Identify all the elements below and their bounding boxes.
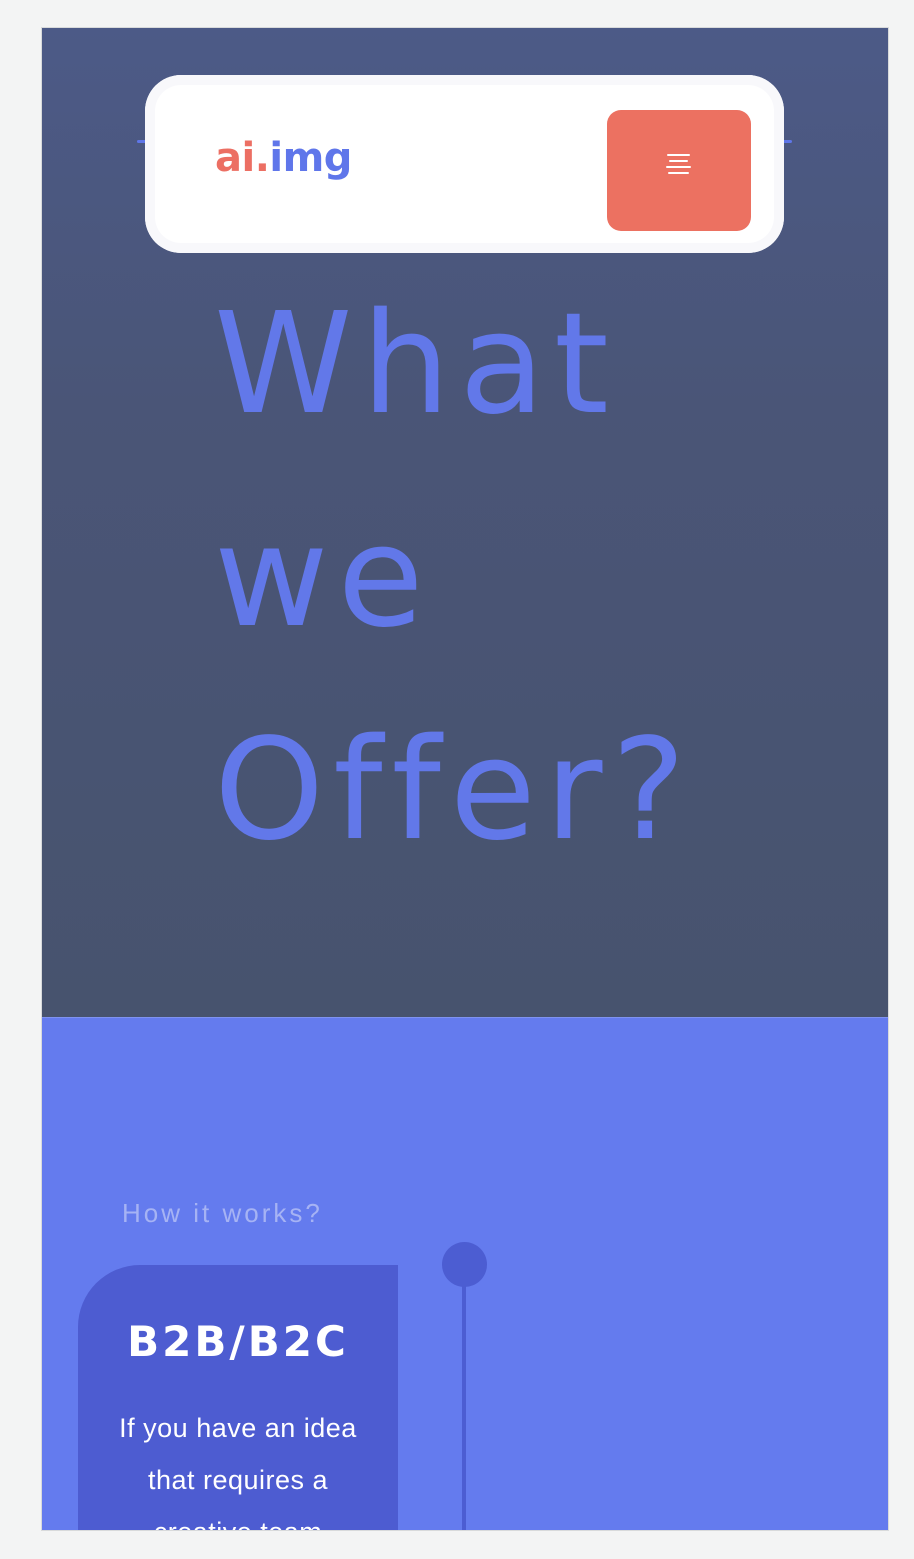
page-viewport: ai.img What we Offer? How it works? B2B/… bbox=[41, 27, 889, 1531]
logo-text-ai: ai. bbox=[215, 135, 270, 181]
service-card-b2b: B2B/B2C If you have an idea that require… bbox=[78, 1265, 398, 1530]
hero-section: ai.img What we Offer? bbox=[42, 28, 888, 1017]
logo-text-img: img bbox=[269, 135, 352, 181]
timeline-line bbox=[462, 1278, 466, 1530]
hero-title-line-3: Offer? bbox=[214, 709, 695, 872]
navbar: ai.img bbox=[145, 75, 784, 253]
hero-title: What we Offer? bbox=[214, 258, 834, 897]
menu-button[interactable] bbox=[607, 110, 751, 231]
hamburger-menu-icon bbox=[666, 154, 692, 180]
card-title: B2B/B2C bbox=[127, 1317, 349, 1366]
hero-title-line-2: we bbox=[214, 496, 433, 659]
section-label: How it works? bbox=[122, 1198, 323, 1228]
hero-title-line-1: What bbox=[214, 283, 618, 446]
logo-link[interactable]: ai.img bbox=[215, 133, 352, 183]
how-it-works-section: How it works? B2B/B2C If you have an ide… bbox=[42, 1017, 888, 1530]
card-description: If you have an idea that requires a crea… bbox=[119, 1413, 357, 1530]
